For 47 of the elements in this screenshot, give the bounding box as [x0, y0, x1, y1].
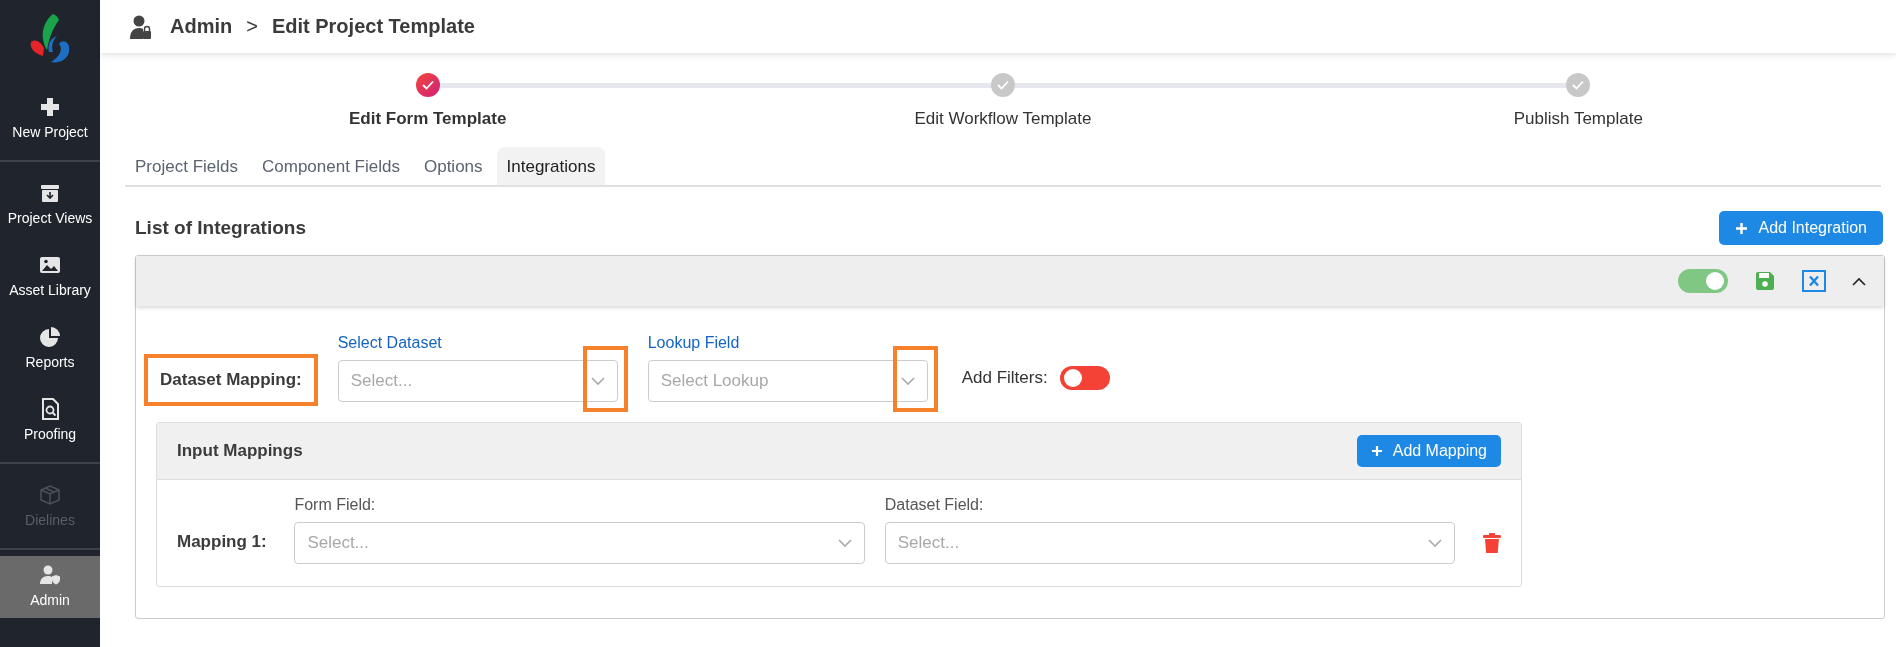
tab[interactable]: Component Fields [252, 147, 410, 185]
field-label: Lookup Field [647, 334, 741, 352]
field-label: Form Field: [294, 496, 377, 514]
add-mapping-button[interactable]: Add Mapping [1356, 435, 1501, 467]
sidebar-item[interactable]: Project Views [0, 174, 100, 236]
tab[interactable]: Integrations [496, 147, 606, 185]
plus-icon [1370, 445, 1383, 457]
mapping-label: Mapping 1: [177, 532, 268, 552]
toggle-switch[interactable] [1059, 366, 1110, 390]
field-label: Dataset Field: [884, 496, 985, 514]
step-label: Publish Template [1513, 109, 1643, 129]
tab[interactable]: Options [413, 147, 493, 185]
field-label: Add Filters: [961, 368, 1048, 388]
chevron-down-icon [900, 376, 915, 386]
box-icon [39, 484, 61, 506]
chevron-down-icon [837, 538, 852, 548]
section-title: List of Integrations [135, 217, 306, 239]
chevron-up-icon [1852, 276, 1866, 286]
add-integration-button[interactable]: Add Integration [1719, 211, 1883, 245]
plus-icon [1735, 221, 1749, 235]
sidebar-item[interactable]: New Project [0, 88, 100, 150]
document-search-icon [39, 398, 61, 420]
card-title: Input Mappings [177, 441, 303, 461]
save-icon[interactable] [1754, 270, 1776, 292]
breadcrumb-link[interactable]: Admin [170, 15, 233, 38]
toggle-switch[interactable] [1678, 269, 1728, 293]
step-label: Edit Form Template [348, 109, 507, 129]
plus-icon [39, 96, 61, 118]
user-shield-icon [39, 564, 61, 586]
field-label: Dataset Mapping: [144, 354, 318, 406]
field-label: Select Dataset [337, 334, 443, 352]
breadcrumb-separator: > [246, 15, 258, 38]
pie-chart-icon [39, 326, 61, 348]
sidebar-item[interactable]: Admin [0, 556, 100, 618]
image-icon [39, 254, 61, 276]
trash-icon[interactable] [1483, 533, 1501, 554]
page-title: Edit Project Template [271, 15, 475, 38]
user-lock-icon [130, 14, 152, 39]
close-icon[interactable] [1802, 270, 1826, 292]
archive-box-icon [39, 182, 61, 204]
chevron-down-icon [590, 376, 605, 386]
sidebar-item[interactable]: Asset Library [0, 246, 100, 308]
chevron-down-icon [1428, 538, 1443, 548]
tab[interactable]: Project Fields [125, 147, 248, 185]
sidebar-item[interactable]: Proofing [0, 390, 100, 452]
step-label: Edit Workflow Template [914, 109, 1092, 129]
sidebar-item[interactable]: Reports [0, 318, 100, 380]
